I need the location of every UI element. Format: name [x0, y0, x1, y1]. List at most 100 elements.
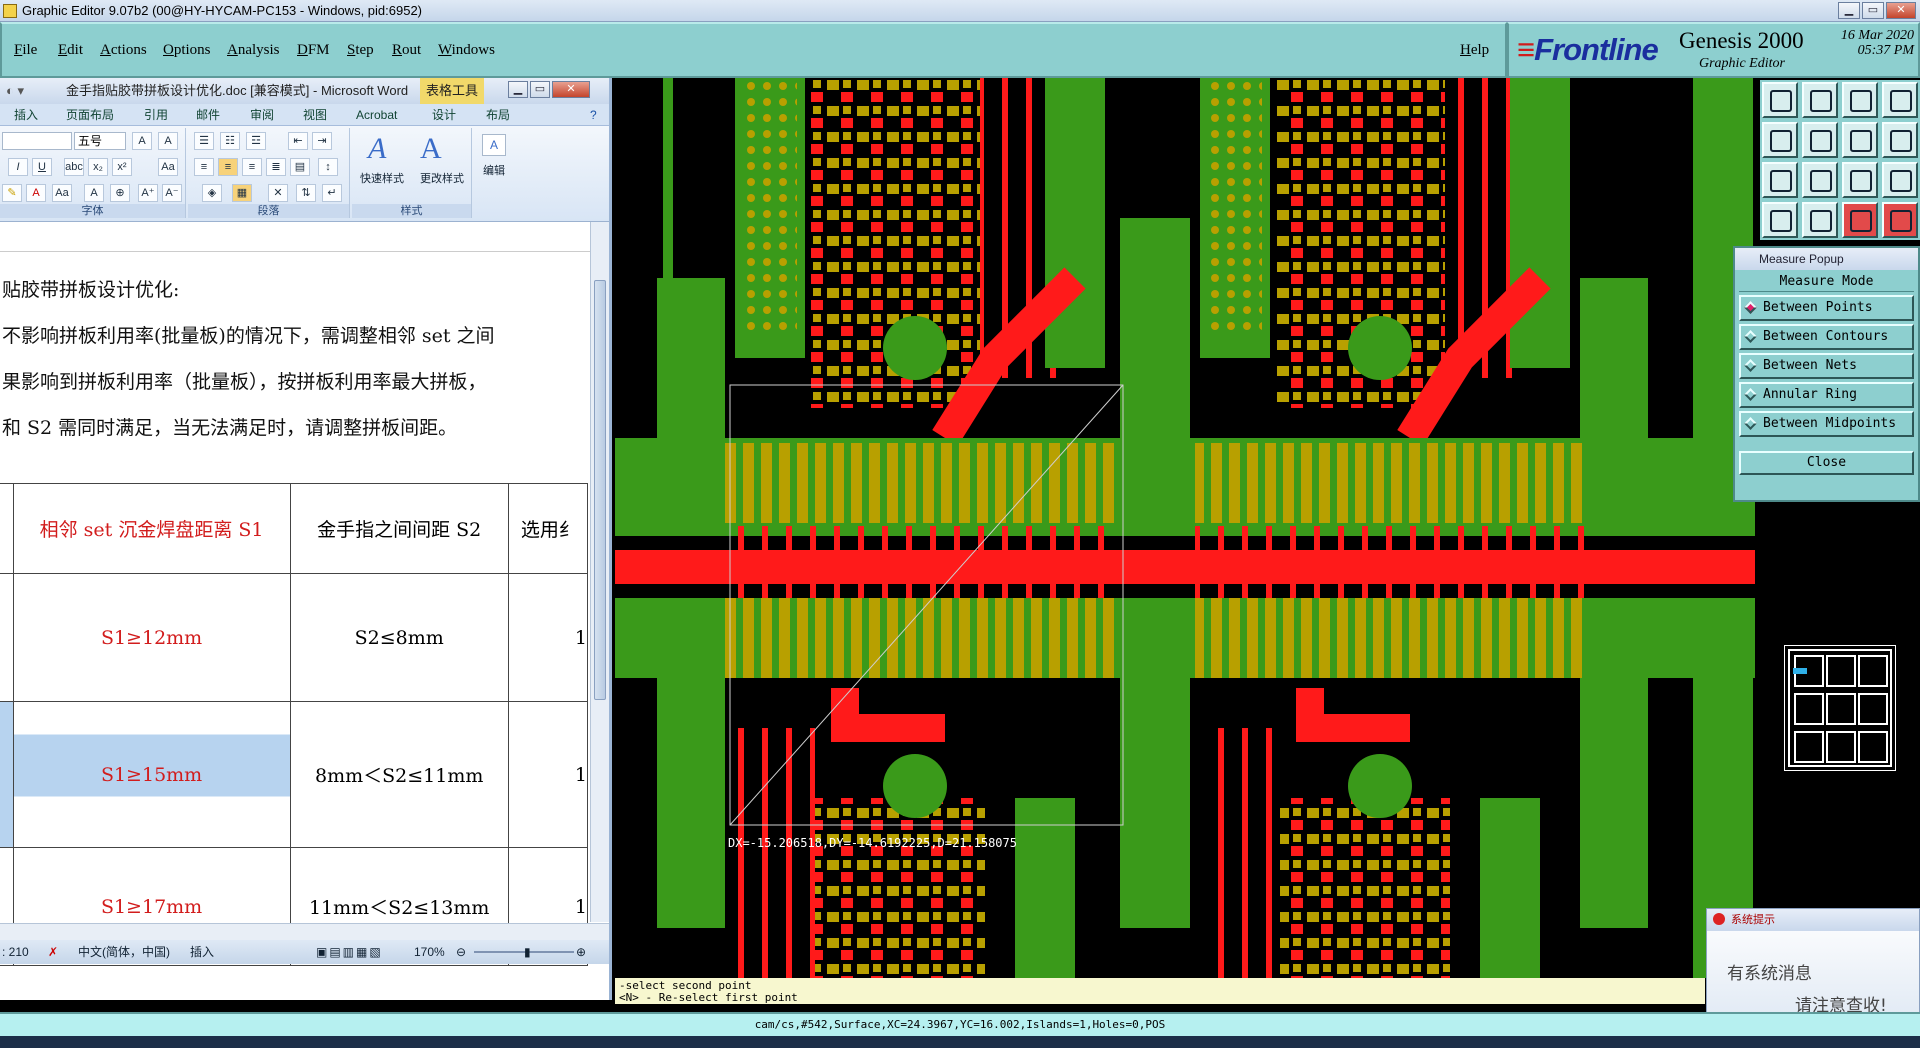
word-maximize-button[interactable]: ▭: [530, 81, 550, 98]
document-body[interactable]: 贴胶带拼板设计优化: 不影响拼板利用率(批量板)的情况下，需调整相邻 set 之…: [0, 253, 590, 966]
tool-brush-icon[interactable]: [1762, 202, 1798, 238]
change-case-icon[interactable]: Aa: [158, 158, 178, 176]
help-icon[interactable]: ?: [590, 104, 597, 126]
option-annular-ring[interactable]: Annular Ring: [1739, 382, 1914, 408]
zoom-back-icon[interactable]: [1802, 82, 1838, 118]
char-border-icon[interactable]: A: [158, 132, 178, 150]
distributed-icon[interactable]: ▤: [290, 158, 310, 176]
borders-icon[interactable]: ▦: [232, 184, 252, 202]
measure-tool-icon[interactable]: [1802, 202, 1838, 238]
net-tool-icon[interactable]: [1882, 202, 1918, 238]
numbering-icon[interactable]: ☷: [220, 132, 240, 150]
align-right-icon[interactable]: ≡: [242, 158, 262, 176]
tab-mailings[interactable]: 邮件: [196, 104, 220, 126]
menu-edit[interactable]: Edit: [58, 42, 83, 59]
menu-options[interactable]: Options: [163, 42, 211, 59]
italic-icon[interactable]: I: [8, 158, 28, 176]
tab-references[interactable]: 引用: [144, 104, 168, 126]
layer-tool-icon[interactable]: [1842, 202, 1878, 238]
word-close-button[interactable]: ✕: [552, 81, 590, 98]
zoom-thumb[interactable]: ▮: [524, 940, 531, 964]
underline-icon[interactable]: U: [32, 158, 52, 176]
tab-page-layout[interactable]: 页面布局: [66, 104, 114, 126]
zoom-home-icon[interactable]: [1762, 82, 1798, 118]
enclose-char-icon[interactable]: ⊕: [110, 184, 130, 202]
insert-mode[interactable]: 插入: [190, 940, 214, 964]
proofing-icon[interactable]: ✗: [48, 940, 58, 964]
word-minimize-button[interactable]: ▁: [508, 81, 528, 98]
tab-insert[interactable]: 插入: [14, 104, 38, 126]
option-between-contours[interactable]: Between Contours: [1739, 324, 1914, 350]
tab-layout[interactable]: 布局: [486, 104, 510, 126]
tab-acrobat[interactable]: Acrobat: [356, 104, 397, 126]
option-between-midpoints[interactable]: Between Midpoints: [1739, 411, 1914, 437]
quick-access-icon[interactable]: ◐ ▾: [6, 78, 24, 104]
shrink-font-icon[interactable]: A⁻: [162, 184, 182, 202]
center-icon[interactable]: [1802, 162, 1838, 198]
option-between-nets[interactable]: Between Nets: [1739, 353, 1914, 379]
language-indicator[interactable]: 中文(简体，中国): [78, 940, 170, 964]
chinese-layout-icon[interactable]: ✕: [268, 184, 288, 202]
shading-icon[interactable]: ◈: [202, 184, 222, 202]
option-between-points[interactable]: Between Points: [1739, 295, 1914, 321]
tab-view[interactable]: 视图: [303, 104, 327, 126]
menu-rout[interactable]: Rout: [392, 42, 421, 59]
quick-styles-button[interactable]: 快速样式: [352, 170, 412, 186]
menu-analysis[interactable]: Analysis: [227, 42, 280, 59]
find-icon[interactable]: A: [482, 134, 506, 156]
home-icon[interactable]: [1842, 82, 1878, 118]
char-shading-icon[interactable]: Aa: [52, 184, 72, 202]
font-color-icon[interactable]: A: [26, 184, 46, 202]
zoom-in-icon[interactable]: ⊕: [576, 940, 586, 964]
decrease-indent-icon[interactable]: ⇤: [288, 132, 308, 150]
zoom-out-icon[interactable]: ⊖: [456, 940, 466, 964]
pan-left-icon[interactable]: [1762, 122, 1798, 158]
edit-button[interactable]: 编辑: [474, 162, 514, 178]
subscript-icon[interactable]: x₂: [88, 158, 108, 176]
vertical-scrollbar[interactable]: [590, 222, 609, 922]
view-buttons-icon[interactable]: ▣▤▥▦▧: [316, 940, 383, 964]
menu-windows[interactable]: Windows: [438, 42, 495, 59]
snap-icon[interactable]: [1882, 122, 1918, 158]
pan-right-icon[interactable]: [1802, 122, 1838, 158]
justify-icon[interactable]: ≣: [266, 158, 286, 176]
char-border2-icon[interactable]: A: [84, 184, 104, 202]
zoom-level[interactable]: 170%: [414, 940, 445, 964]
strikethrough-icon[interactable]: abc: [64, 158, 84, 176]
grow-font-icon[interactable]: A⁺: [138, 184, 158, 202]
line-spacing-icon[interactable]: ↕: [318, 158, 338, 176]
sort-icon[interactable]: ⇅: [296, 184, 316, 202]
horizontal-scrollbar[interactable]: [0, 923, 609, 940]
fit-icon[interactable]: [1842, 122, 1878, 158]
change-styles-icon[interactable]: A: [420, 132, 442, 166]
bullets-icon[interactable]: ☰: [194, 132, 214, 150]
quick-styles-icon[interactable]: A: [368, 132, 386, 166]
close-window-button[interactable]: ✕: [1886, 2, 1916, 19]
superscript-icon[interactable]: x²: [112, 158, 132, 176]
help-tool-icon[interactable]: [1882, 162, 1918, 198]
scroll-thumb[interactable]: [594, 280, 606, 700]
increase-indent-icon[interactable]: ⇥: [312, 132, 332, 150]
minimap[interactable]: [1784, 645, 1896, 771]
tab-review[interactable]: 审阅: [250, 104, 274, 126]
highlight-icon[interactable]: ✎: [2, 184, 22, 202]
table-tools-tab[interactable]: 表格工具: [420, 78, 485, 104]
clear-format-icon[interactable]: A: [132, 132, 152, 150]
font-size-dropdown[interactable]: 五号: [74, 132, 126, 150]
scale-icon[interactable]: [1842, 162, 1878, 198]
show-marks-icon[interactable]: ↵: [322, 184, 342, 202]
maximize-button[interactable]: ▭: [1862, 2, 1884, 19]
measure-close-button[interactable]: Close: [1739, 451, 1914, 475]
menu-file[interactable]: File: [14, 42, 37, 59]
frame-icon[interactable]: [1882, 82, 1918, 118]
menu-dfm[interactable]: DFM: [297, 42, 330, 59]
tab-design[interactable]: 设计: [432, 104, 456, 126]
menu-step[interactable]: Step: [347, 42, 374, 59]
menu-actions[interactable]: Actions: [100, 42, 147, 59]
pcb-canvas[interactable]: DX=-15.206518,DY=-14.6192225,D=21.158075: [615, 78, 1755, 978]
align-center-icon[interactable]: ≡: [218, 158, 238, 176]
align-left-icon[interactable]: ≡: [194, 158, 214, 176]
font-name-dropdown[interactable]: [2, 132, 72, 150]
minimize-button[interactable]: ▁: [1838, 2, 1860, 19]
change-styles-button[interactable]: 更改样式: [412, 170, 472, 186]
